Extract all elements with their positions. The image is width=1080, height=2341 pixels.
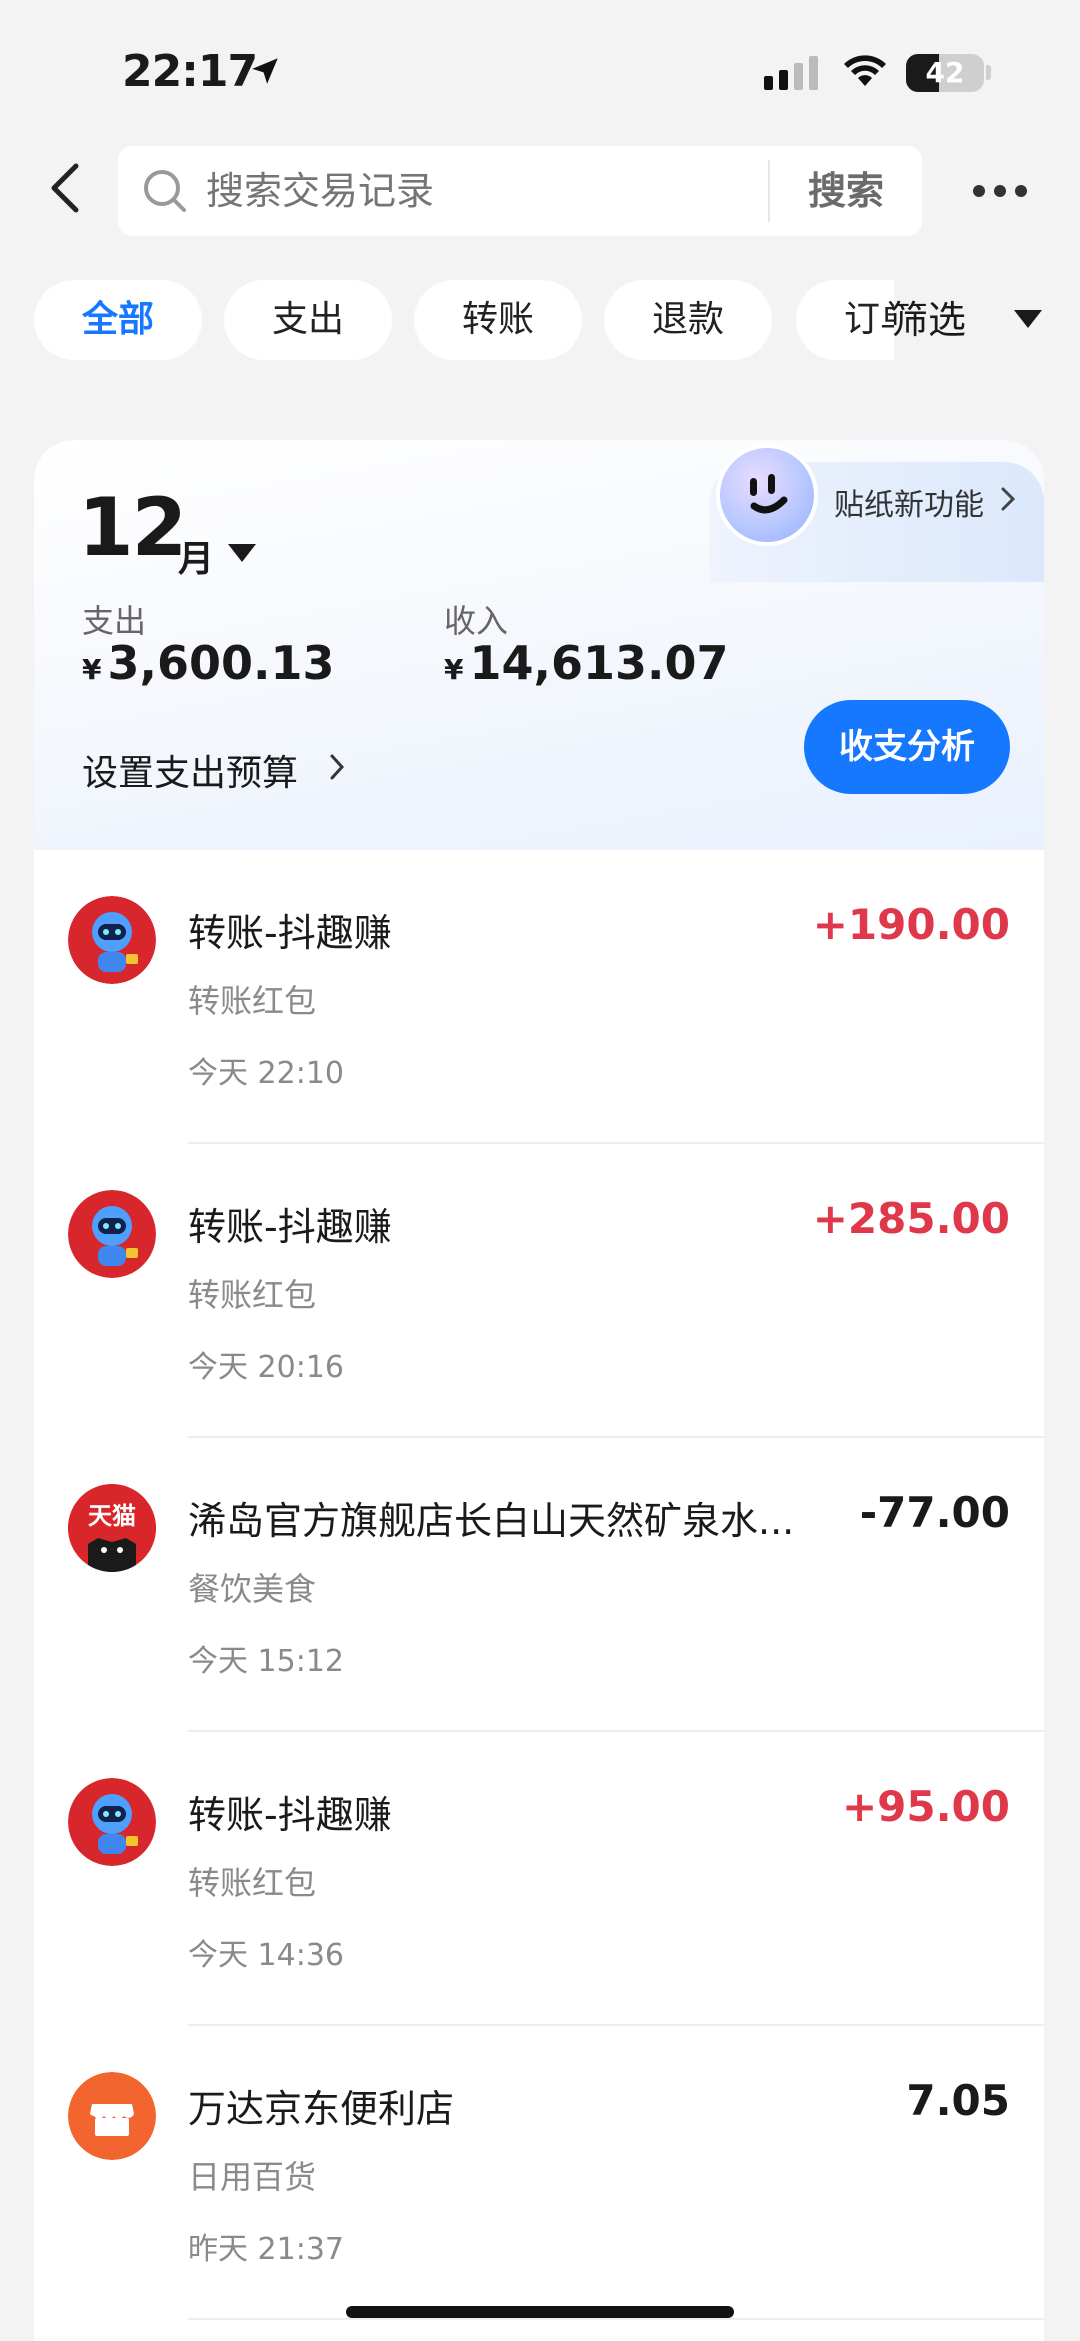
tab-expense[interactable]: 支出 (224, 280, 392, 360)
transaction-time: 今天 20:16 (188, 1350, 344, 1385)
chevron-right-icon (330, 754, 345, 780)
transaction-time: 今天 14:36 (188, 1938, 344, 1973)
month-number[interactable]: 12 (78, 488, 187, 568)
smiley-face-icon (750, 474, 788, 514)
transaction-title: 转账-抖趣赚 (188, 1205, 392, 1249)
sticker-feature-label[interactable]: 贴纸新功能 (834, 480, 984, 524)
transaction-row[interactable]: 转账-抖趣赚 转账红包 今天 20:16 +285.00 (34, 1144, 1044, 1438)
back-chevron-icon[interactable] (46, 160, 86, 216)
transaction-amount: +190.00 (812, 900, 1010, 949)
search-button[interactable]: 搜索 (770, 146, 922, 236)
set-budget-link[interactable]: 设置支出预算 (82, 744, 298, 796)
income-total: ¥14,613.07 (444, 636, 728, 690)
battery-nub (986, 65, 991, 80)
transaction-title: 转账-抖趣赚 (188, 1793, 392, 1837)
transaction-amount: +95.00 (841, 1782, 1010, 1831)
transaction-time: 昨天 21:37 (188, 2232, 344, 2267)
transaction-category: 餐饮美食 (188, 1570, 317, 1608)
tmall-icon: 天猫 (68, 1484, 156, 1572)
transaction-category: 转账红包 (188, 982, 317, 1020)
filter-button[interactable]: 筛选 (890, 280, 966, 360)
more-dots-icon[interactable] (972, 184, 1028, 198)
tab-order[interactable]: 订单 (796, 280, 894, 360)
transaction-row[interactable]: 转账-抖趣赚 转账红包 今天 22:10 +190.00 (34, 850, 1044, 1144)
month-dropdown-icon[interactable] (228, 544, 256, 562)
transaction-list: 转账-抖趣赚 转账红包 今天 22:10 +190.00 转账-抖趣赚 转账红包… (34, 850, 1044, 2341)
wifi-icon (844, 55, 886, 86)
transaction-category: 转账红包 (188, 1276, 317, 1314)
battery-percent: 42 (925, 56, 965, 89)
transaction-row[interactable]: 万达京东便利店 日用百货 昨天 21:37 7.05 (34, 2026, 1044, 2320)
transaction-amount: +285.00 (812, 1194, 1010, 1243)
transaction-time: 今天 15:12 (188, 1644, 344, 1679)
transaction-row[interactable]: 转账-抖趣赚 转账红包 今天 14:36 +95.00 (34, 1732, 1044, 2026)
status-bar: 22:17 42 (0, 0, 1080, 140)
robot-icon (68, 1190, 156, 1278)
filter-caret-icon (1014, 310, 1042, 328)
tmall-icon-text: 天猫 (88, 1502, 136, 1530)
month-unit[interactable]: 月 (178, 530, 214, 582)
transaction-time: 今天 22:10 (188, 1056, 344, 1091)
filter-tabs: 全部 支出 转账 退款 订单 (34, 280, 894, 360)
transaction-amount: 7.05 (906, 2076, 1010, 2125)
income-expense-analysis-button[interactable]: 收支分析 (804, 700, 1010, 794)
income-value: 14,613.07 (469, 636, 729, 690)
transaction-title: 万达京东便利店 (188, 2087, 455, 2131)
transaction-title: 浠岛官方旗舰店长白山天然矿泉水... (188, 1499, 795, 1543)
robot-icon (68, 1778, 156, 1866)
search-input[interactable] (206, 146, 726, 236)
expense-value: 3,600.13 (107, 636, 335, 690)
transaction-row[interactable]: 天猫 浠岛官方旗舰店长白山天然矿泉水... 餐饮美食 今天 15:12 -77.… (34, 1438, 1044, 1732)
currency-symbol: ¥ (444, 653, 464, 686)
row-divider (188, 2318, 1044, 2320)
transaction-amount: -77.00 (859, 1488, 1010, 1537)
currency-symbol: ¥ (82, 653, 102, 686)
expense-total: ¥3,600.13 (82, 636, 334, 690)
tab-transfer[interactable]: 转账 (414, 280, 582, 360)
status-time: 22:17 (122, 46, 258, 97)
home-indicator (346, 2306, 734, 2318)
store-icon (68, 2072, 156, 2160)
transaction-category: 转账红包 (188, 1864, 317, 1902)
transaction-title: 转账-抖趣赚 (188, 911, 392, 955)
transaction-category: 日用百货 (188, 2158, 317, 2196)
robot-icon (68, 896, 156, 984)
location-arrow-icon (252, 58, 278, 84)
chevron-right-icon (1001, 487, 1016, 511)
tab-all[interactable]: 全部 (34, 280, 202, 360)
tab-refund[interactable]: 退款 (604, 280, 772, 360)
sticker-smiley-icon[interactable] (716, 444, 818, 546)
cellular-signal-icon (764, 56, 818, 90)
search-bar: 搜索 (118, 146, 922, 236)
search-icon (144, 170, 186, 212)
battery-icon: 42 (906, 54, 984, 92)
